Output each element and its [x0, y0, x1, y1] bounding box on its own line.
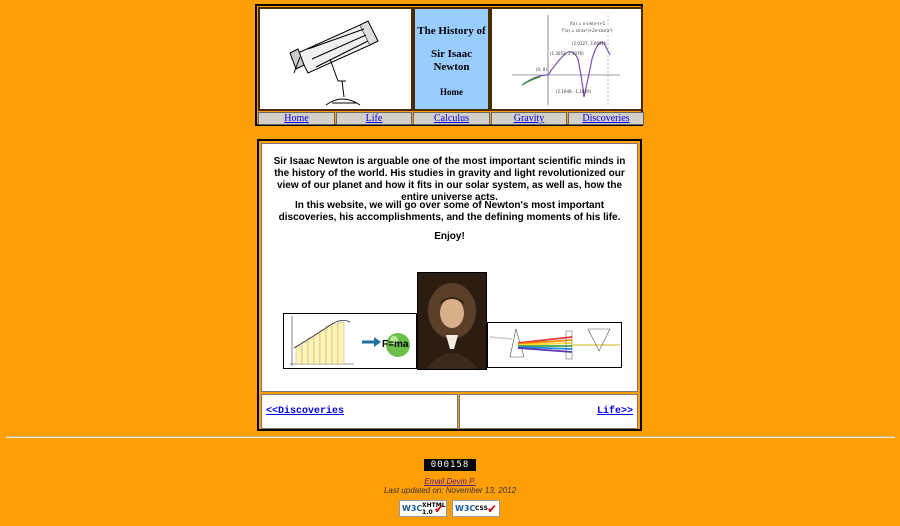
intro-panel: Sir Isaac Newton is arguable one of the …: [261, 143, 638, 392]
nav-item-life: Life: [336, 112, 412, 125]
nav-link-calculus[interactable]: Calculus: [434, 113, 469, 124]
w3c-logo-text: W3C: [402, 504, 423, 513]
graph-point-label: (0, 0): [536, 67, 547, 72]
w3c-logo-text: W3C: [455, 504, 476, 513]
newton-portrait: [417, 272, 487, 370]
checkmark-icon: ✔: [486, 502, 497, 516]
graph-point-label: (2.0127, 3.0691): [572, 41, 606, 46]
checkmark-icon: ✔: [433, 502, 444, 516]
next-page-box: Life>>: [459, 394, 638, 429]
w3c-css-badge[interactable]: W3C CSS ✔: [452, 500, 500, 517]
header-table: The History of Sir Isaac Newton Home f(x…: [255, 4, 644, 126]
telescope-image: [258, 7, 413, 111]
formula-label: F=ma: [382, 339, 409, 350]
site-title-line1: The History of: [417, 25, 486, 37]
nav-link-discoveries[interactable]: Discoveries: [582, 113, 629, 124]
last-updated: Last updated on: November 13, 2012: [383, 486, 517, 495]
enjoy-text: Enjoy!: [434, 231, 465, 242]
function-graph-image: f(x) = x·sin(x²)+1 f'(x) = sin(x²)+2x²co…: [490, 7, 643, 111]
svg-text:f(x) = x·sin(x²)+1: f(x) = x·sin(x²)+1: [570, 21, 606, 26]
nav-link-life[interactable]: Life: [366, 113, 383, 124]
intro-paragraph: In this website, we will go over some of…: [278, 200, 621, 223]
nav-link-home[interactable]: Home: [284, 113, 308, 124]
site-title-line2: Sir Isaac Newton: [430, 48, 473, 73]
graph-drawing: f(x) = x·sin(x²)+1 f'(x) = sin(x²)+2x²co…: [512, 15, 620, 105]
calculus-fma-image: F=ma: [283, 313, 417, 369]
nav-item-home: Home: [258, 112, 335, 125]
nav-link-gravity[interactable]: Gravity: [514, 113, 545, 124]
graph-point-label: (2.1949, -1.1820): [556, 89, 592, 94]
telescope-drawing: [289, 20, 379, 106]
hit-counter: 000158: [424, 459, 476, 471]
email-link[interactable]: Email Devin P.: [424, 477, 475, 486]
site-title-cell: The History of Sir Isaac Newton Home: [413, 7, 490, 111]
w3c-xhtml-badge[interactable]: W3C XHTML 1.0 ✔: [399, 500, 447, 517]
main-content-box: Sir Isaac Newton is arguable one of the …: [257, 139, 642, 431]
prev-page-box: <<Discoveries: [261, 394, 458, 429]
horizontal-rule: [6, 436, 895, 438]
nav-item-calculus: Calculus: [413, 112, 490, 125]
nav-item-gravity: Gravity: [491, 112, 567, 125]
graph-point-label: (1.3052, 2.3076): [550, 51, 584, 56]
svg-text:f'(x) = sin(x²)+2x²cos(x²): f'(x) = sin(x²)+2x²cos(x²): [562, 28, 613, 33]
prism-spectrum-image: [487, 322, 622, 368]
email-line: Email Devin P.: [0, 477, 900, 486]
portrait-drawing: [418, 273, 486, 369]
prism-drawing: [489, 328, 620, 360]
calculus-drawing: F=ma: [290, 316, 410, 366]
prev-page-link[interactable]: <<Discoveries: [266, 406, 344, 417]
intro-paragraph: Sir Isaac Newton is arguable one of the …: [273, 156, 626, 203]
top-nav: Home Life Calculus Gravity Discoveries: [258, 112, 644, 125]
nav-item-discoveries: Discoveries: [568, 112, 644, 125]
page-name: Home: [440, 87, 463, 97]
next-page-link[interactable]: Life>>: [597, 406, 633, 417]
